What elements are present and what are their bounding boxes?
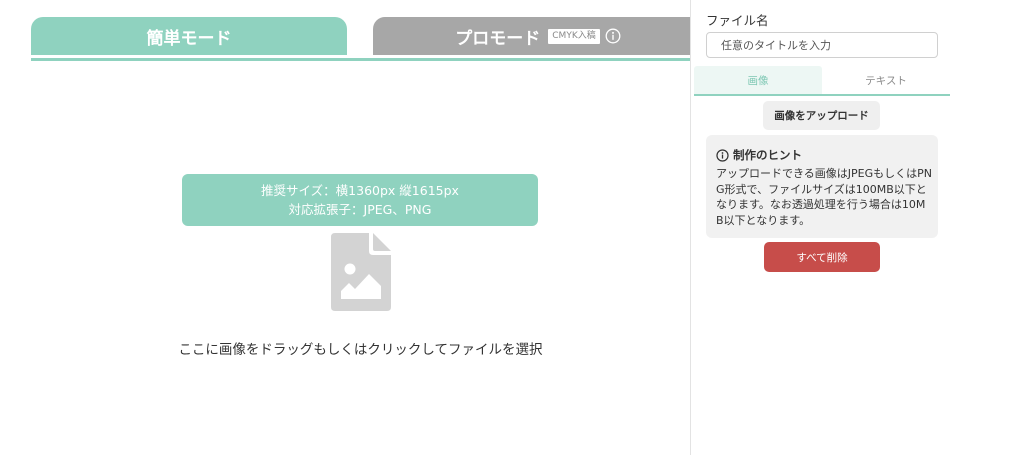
panel-tabs: 画像 テキスト bbox=[694, 66, 950, 94]
filename-label: ファイル名 bbox=[706, 13, 769, 28]
image-drop-zone[interactable]: 推奨サイズ：横1360px 縦1615px 対応拡張子：JPEG、PNG ここに… bbox=[31, 61, 690, 455]
tab-text-label: テキスト bbox=[865, 74, 907, 87]
image-sun-shape bbox=[344, 263, 356, 275]
tab-image[interactable]: 画像 bbox=[694, 66, 822, 94]
tab-image-label: 画像 bbox=[747, 74, 769, 87]
hint-box: 制作のヒント アップロードできる画像はJPEGもしくはPNG形式で、ファイルサイ… bbox=[706, 135, 938, 238]
filename-input[interactable] bbox=[706, 32, 938, 58]
info-circle-icon[interactable] bbox=[605, 28, 621, 44]
tab-easy-mode-label: 簡単モード bbox=[146, 28, 232, 49]
file-fold-shape bbox=[373, 233, 391, 251]
recommended-size-text: 推奨サイズ：横1360px 縦1615px bbox=[261, 183, 459, 198]
tab-text[interactable]: テキスト bbox=[822, 66, 950, 94]
tab-pro-mode[interactable]: プロモード CMYK入稿 bbox=[373, 17, 690, 55]
panel-tab-underline bbox=[694, 94, 950, 96]
tab-easy-mode[interactable]: 簡単モード bbox=[31, 17, 347, 55]
hint-text: アップロードできる画像はJPEGもしくはPNG形式で、ファイルサイズは100MB… bbox=[716, 167, 932, 227]
tab-pro-mode-label: プロモード bbox=[455, 28, 541, 49]
editor-canvas-pane: 簡単モード プロモード CMYK入稿 推奨サイズ：横1360px 縦1615px… bbox=[0, 0, 690, 455]
cmyk-badge: CMYK入稿 bbox=[548, 28, 600, 44]
info-circle-icon bbox=[716, 148, 729, 162]
hint-title: 制作のヒント bbox=[733, 148, 802, 162]
drop-instruction-text: ここに画像をドラッグもしくはクリックしてファイルを選択 bbox=[178, 342, 543, 358]
delete-all-button[interactable]: すべて削除 bbox=[764, 242, 880, 272]
supported-extensions-text: 対応拡張子：JPEG、PNG bbox=[288, 202, 432, 217]
upload-requirements-box: 推奨サイズ：横1360px 縦1615px 対応拡張子：JPEG、PNG bbox=[182, 174, 538, 226]
hint-header: 制作のヒント bbox=[716, 148, 802, 162]
settings-panel: ファイル名 画像 テキスト 画像をアップロード 制作のヒント アップロードできる… bbox=[691, 0, 1024, 455]
file-image-icon bbox=[331, 233, 391, 311]
upload-image-button[interactable]: 画像をアップロード bbox=[763, 101, 880, 130]
